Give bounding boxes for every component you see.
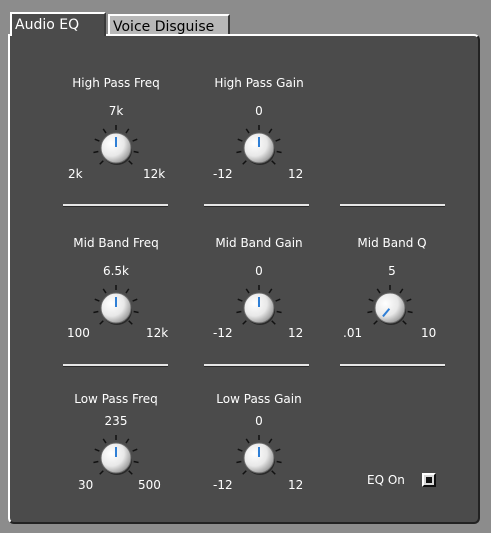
low-pass-gain-max: 12 — [288, 478, 304, 492]
separator — [340, 364, 445, 366]
low-pass-freq-title: Low Pass Freq — [74, 392, 158, 406]
mid-band-q-title: Mid Band Q — [357, 236, 427, 250]
high-pass-freq-value: 7k — [108, 104, 124, 118]
separator — [63, 204, 168, 206]
check-mark-icon — [426, 477, 432, 483]
eq-on-checkbox[interactable] — [422, 473, 436, 487]
high-pass-gain-title: High Pass Gain — [214, 76, 304, 90]
tab-audio-eq[interactable]: Audio EQ — [10, 12, 106, 36]
high-pass-freq-max: 12k — [143, 167, 166, 181]
high-pass-freq-title: High Pass Freq — [72, 76, 160, 90]
separator — [63, 364, 168, 366]
high-pass-gain-knob[interactable] — [229, 120, 289, 174]
mid-band-freq-value: 6.5k — [102, 264, 130, 278]
low-pass-gain-value: 0 — [255, 414, 263, 428]
mid-band-gain-value: 0 — [255, 264, 263, 278]
tab-voice-disguise[interactable]: Voice Disguise — [108, 14, 230, 36]
high-pass-gain-max: 12 — [288, 167, 304, 181]
separator — [204, 364, 309, 366]
eq-on-label: EQ On — [367, 473, 405, 487]
separator — [340, 204, 445, 206]
mid-band-q-knob[interactable] — [360, 280, 420, 334]
low-pass-gain-title: Low Pass Gain — [216, 392, 302, 406]
low-pass-freq-knob[interactable] — [86, 430, 146, 484]
mid-band-freq-max: 12k — [146, 326, 169, 340]
mid-band-q-max: 10 — [421, 326, 437, 340]
low-pass-gain-knob[interactable] — [229, 430, 289, 484]
high-pass-freq-knob[interactable] — [86, 120, 146, 174]
high-pass-gain-value: 0 — [255, 104, 263, 118]
mid-band-q-value: 5 — [388, 264, 396, 278]
low-pass-freq-value: 235 — [104, 414, 128, 428]
mid-band-freq-knob[interactable] — [86, 280, 146, 334]
mid-band-gain-max: 12 — [288, 326, 304, 340]
mid-band-gain-knob[interactable] — [229, 280, 289, 334]
mid-band-freq-title: Mid Band Freq — [73, 236, 159, 250]
separator — [204, 204, 309, 206]
mid-band-gain-title: Mid Band Gain — [215, 236, 303, 250]
high-pass-freq-min: 2k — [68, 167, 83, 181]
